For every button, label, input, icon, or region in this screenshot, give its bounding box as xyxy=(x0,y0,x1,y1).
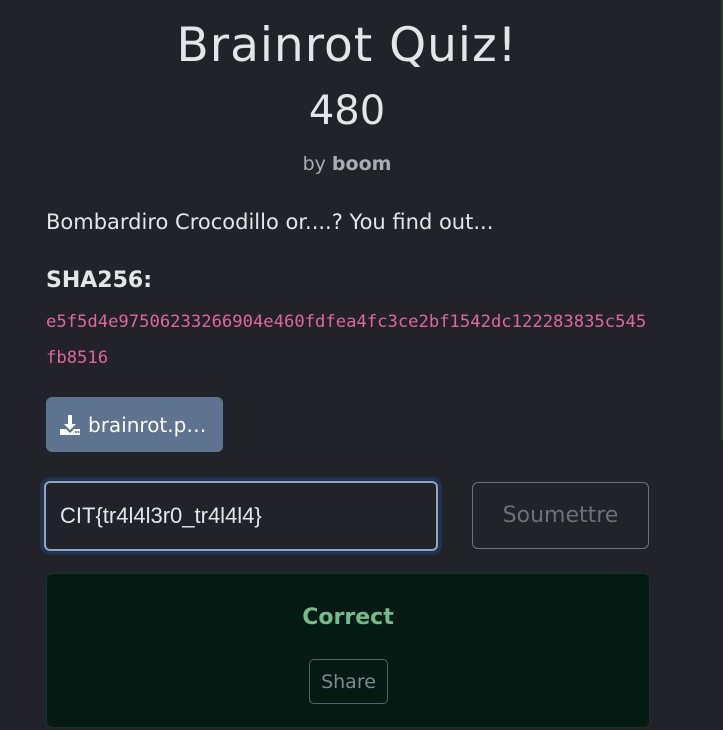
download-file-button[interactable]: brainrot.pcap xyxy=(46,397,223,452)
sha256-value: e5f5d4e97506233266904e460fdfea4fc3ce2bf1… xyxy=(46,312,647,368)
flag-input[interactable] xyxy=(44,481,438,551)
author-prefix: by xyxy=(302,153,326,175)
challenge-page: Brainrot Quiz! 480 by boom Bombardiro Cr… xyxy=(0,0,723,730)
download-file-label: brainrot.pcap xyxy=(88,412,212,437)
author-name: boom xyxy=(331,153,392,175)
sha256-label: SHA256: xyxy=(46,268,153,293)
download-icon xyxy=(58,413,82,437)
challenge-title: Brainrot Quiz! xyxy=(176,18,518,73)
result-status: Correct xyxy=(302,605,394,630)
challenge-description: Bombardiro Crocodillo or....? You find o… xyxy=(46,210,494,234)
share-button[interactable]: Share xyxy=(309,659,388,704)
challenge-author: by boom xyxy=(0,151,694,177)
submit-button[interactable]: Soumettre xyxy=(472,482,649,549)
result-alert: Correct Share xyxy=(46,573,650,728)
challenge-points: 480 xyxy=(308,88,386,134)
